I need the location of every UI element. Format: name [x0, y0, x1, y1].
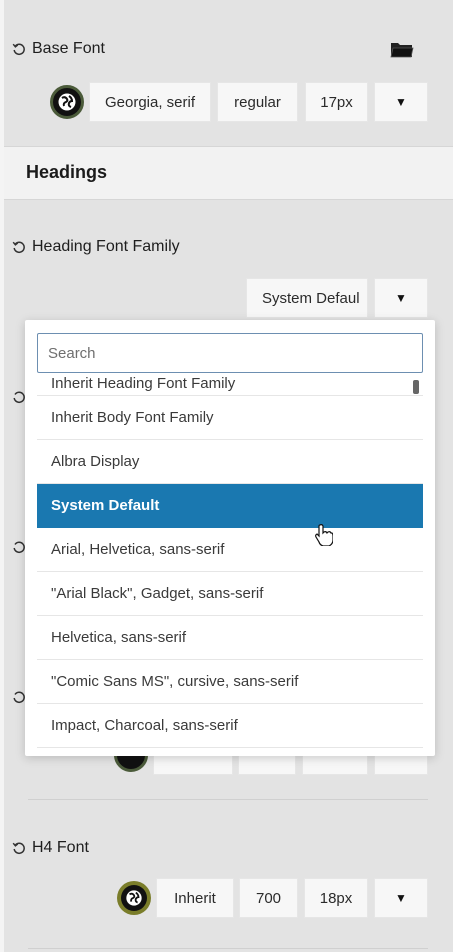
caret-down-icon: ▼ [395, 291, 407, 305]
list-item[interactable]: "Arial Black", Gadget, sans-serif [37, 572, 423, 616]
h4-font-globe-icon[interactable] [117, 881, 151, 915]
list-item-selected[interactable]: System Default [37, 484, 423, 528]
list-item[interactable]: Impact, Charcoal, sans-serif [37, 704, 423, 748]
reset-icon[interactable] [12, 690, 26, 709]
base-font-family-select[interactable]: Georgia, serif [89, 82, 211, 122]
globe-icon [121, 885, 147, 911]
list-item[interactable]: Inherit Body Font Family [37, 396, 423, 440]
base-font-more-button[interactable]: ▼ [374, 82, 428, 122]
dropdown-scrollbar-thumb[interactable] [413, 380, 419, 394]
heading-font-family-label-row: Heading Font Family [12, 238, 180, 256]
list-item[interactable]: "Comic Sans MS", cursive, sans-serif [37, 660, 423, 704]
h4-font-label-row: H4 Font [12, 839, 89, 857]
h4-font-family-select[interactable]: Inherit [156, 878, 234, 918]
h4-font-more-button[interactable]: ▼ [374, 878, 428, 918]
h4-font-label: H4 Font [32, 839, 89, 856]
h4-font-weight-select[interactable]: 700 [239, 878, 298, 918]
list-item[interactable]: Inherit Heading Font Family [37, 374, 423, 396]
font-options-list: Inherit Heading Font Family Inherit Body… [37, 374, 423, 748]
headings-section-title: Headings [26, 162, 108, 182]
heading-font-family-more-button[interactable]: ▼ [374, 278, 428, 318]
base-font-label: Base Font [32, 40, 105, 57]
heading-font-family-label: Heading Font Family [32, 238, 180, 255]
font-family-dropdown: Inherit Heading Font Family Inherit Body… [25, 320, 435, 756]
base-font-globe-icon[interactable] [50, 85, 84, 119]
list-item[interactable]: Helvetica, sans-serif [37, 616, 423, 660]
hand-cursor-icon [315, 524, 334, 547]
reset-icon[interactable] [12, 42, 26, 56]
heading-font-family-select[interactable]: System Defaul [246, 278, 368, 318]
reset-icon[interactable] [12, 841, 26, 855]
list-item[interactable]: Albra Display [37, 440, 423, 484]
divider [28, 948, 428, 949]
reset-icon[interactable] [12, 540, 26, 559]
caret-down-icon: ▼ [395, 95, 407, 109]
base-font-size-input[interactable]: 17px [305, 82, 368, 122]
reset-icon[interactable] [12, 240, 26, 254]
search-input[interactable] [37, 333, 423, 373]
left-edge [0, 0, 4, 952]
base-font-label-row: Base Font [12, 40, 105, 58]
divider [28, 799, 428, 800]
folder-icon[interactable] [390, 40, 414, 60]
reset-icon[interactable] [12, 390, 26, 409]
list-item[interactable]: Arial, Helvetica, sans-serif [37, 528, 423, 572]
headings-section-header: Headings [4, 146, 453, 200]
h4-font-size-input[interactable]: 18px [304, 878, 368, 918]
base-font-weight-select[interactable]: regular [217, 82, 298, 122]
caret-down-icon: ▼ [395, 891, 407, 905]
